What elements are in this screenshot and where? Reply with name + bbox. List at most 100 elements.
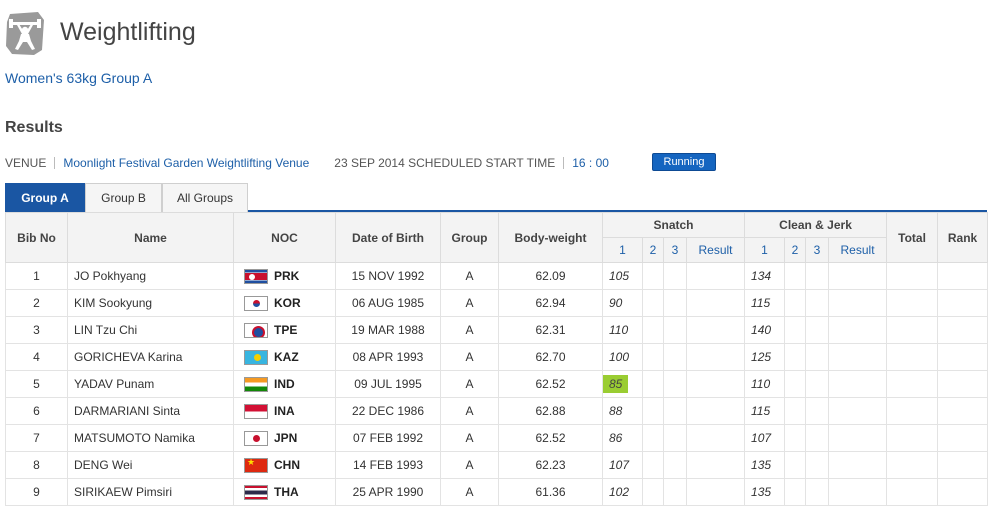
- athlete-name[interactable]: LIN Tzu Chi: [67, 316, 234, 344]
- total-cell: [886, 451, 939, 479]
- cj-attempt-2: [784, 289, 807, 317]
- cj-attempt-2: [784, 451, 807, 479]
- col-group: Group: [440, 212, 499, 263]
- flag-kor-icon: [244, 295, 268, 311]
- noc-code: TPE: [274, 323, 298, 337]
- snatch-attempt-3: [663, 289, 687, 317]
- total-cell: [886, 289, 939, 317]
- noc-cell: CHN: [233, 451, 336, 479]
- cj-result: [828, 370, 888, 398]
- athlete-name[interactable]: YADAV Punam: [67, 370, 234, 398]
- col-dob: Date of Birth: [335, 212, 441, 263]
- athlete-name[interactable]: MATSUMOTO Namika: [67, 424, 234, 452]
- cj-result: [828, 262, 888, 290]
- attempt-value: 107: [609, 458, 630, 472]
- cj-attempt-1: 135: [744, 478, 786, 506]
- cj-result: [828, 451, 888, 479]
- cj-attempt-1: 110: [744, 370, 786, 398]
- snatch-attempt-2: [642, 262, 664, 290]
- rank-cell: [937, 316, 989, 344]
- venue-label: VENUE: [5, 156, 47, 170]
- table-row: 6 DARMARIANI Sinta INA 22 DEC 1986 A 62.88 88 1…: [5, 397, 989, 425]
- cj-attempt-1: 125: [744, 343, 786, 371]
- snatch-attempt-2: [642, 316, 664, 344]
- current-attempt-highlight: 85: [603, 375, 629, 393]
- col-name: Name: [67, 212, 234, 263]
- snatch-attempt-2: [642, 343, 664, 371]
- attempt-value: 100: [609, 350, 630, 364]
- cj-attempt-3: [805, 316, 830, 344]
- cj-attempt-2: [784, 424, 807, 452]
- divider: [54, 157, 56, 169]
- noc-cell: JPN: [233, 424, 336, 452]
- dob-cell: 07 FEB 1992: [335, 424, 441, 452]
- event-link[interactable]: Women's 63kg Group A: [5, 70, 152, 86]
- cj-result: [828, 289, 888, 317]
- cj-attempt-2: [784, 262, 807, 290]
- group-cell: A: [440, 316, 499, 344]
- flag-tha-icon: [244, 484, 268, 500]
- snatch-attempt-2: [642, 478, 664, 506]
- flag-prk-icon: [244, 268, 268, 284]
- athlete-name[interactable]: DARMARIANI Sinta: [67, 397, 234, 425]
- bib-cell: 6: [5, 397, 68, 425]
- rank-cell: [937, 262, 989, 290]
- cj-attempt-3: [805, 343, 830, 371]
- col-cj-3: 3: [805, 237, 830, 263]
- tab-group-b[interactable]: Group B: [85, 183, 162, 212]
- bodyweight-cell: 62.52: [498, 370, 603, 398]
- noc-code: KAZ: [274, 350, 299, 364]
- cj-result: [828, 478, 888, 506]
- col-noc: NOC: [233, 212, 336, 263]
- cj-result: [828, 343, 888, 371]
- athlete-name[interactable]: SIRIKAEW Pimsiri: [67, 478, 234, 506]
- bodyweight-cell: 62.31: [498, 316, 603, 344]
- dob-cell: 06 AUG 1985: [335, 289, 441, 317]
- flag-kaz-icon: [244, 349, 268, 365]
- tab-all-groups[interactable]: All Groups: [162, 183, 248, 212]
- snatch-attempt-1: 107: [602, 451, 643, 479]
- snatch-result: [685, 289, 746, 317]
- bib-cell: 8: [5, 451, 68, 479]
- cj-attempt-2: [784, 370, 807, 398]
- snatch-attempt-1: 102: [602, 478, 643, 506]
- col-cj-1: 1: [744, 237, 786, 263]
- cj-attempt-3: [805, 478, 830, 506]
- rank-cell: [937, 478, 989, 506]
- athlete-name[interactable]: DENG Wei: [67, 451, 234, 479]
- col-total: Total: [886, 212, 939, 263]
- cj-attempt-2: [784, 478, 807, 506]
- noc-cell: KOR: [233, 289, 336, 317]
- table-row: 8DENG Wei CHN 14 FEB 1993A62.23 107 135: [5, 451, 989, 479]
- snatch-result: [685, 424, 746, 452]
- bodyweight-cell: 62.23: [498, 451, 603, 479]
- bodyweight-cell: 62.09: [498, 262, 603, 290]
- dob-cell: 22 DEC 1986: [335, 397, 441, 425]
- cj-attempt-3: [805, 289, 830, 317]
- group-cell: A: [440, 451, 499, 479]
- tab-group-a[interactable]: Group A: [5, 183, 85, 212]
- weightlifting-pictogram-icon: [4, 10, 46, 56]
- snatch-attempt-2: [642, 424, 664, 452]
- snatch-attempt-3: [663, 451, 687, 479]
- attempt-value: 90: [609, 296, 623, 310]
- athlete-name[interactable]: KIM Sookyung: [67, 289, 234, 317]
- athlete-name[interactable]: GORICHEVA Karina: [67, 343, 234, 371]
- snatch-attempt-2: [642, 397, 664, 425]
- cj-attempt-1: 135: [744, 451, 786, 479]
- flag-tpe-icon: [244, 322, 268, 338]
- col-snatch-1: 1: [602, 237, 643, 263]
- bib-cell: 5: [5, 370, 68, 398]
- table-row: 7 MATSUMOTO Namika JPN 07 FEB 1992 A 62.52 86 1…: [5, 424, 989, 452]
- col-cleanjerk: Clean & Jerk: [744, 212, 888, 238]
- noc-cell: IND: [233, 370, 336, 398]
- total-cell: [886, 343, 939, 371]
- rank-cell: [937, 343, 989, 371]
- total-cell: [886, 370, 939, 398]
- athlete-name[interactable]: JO Pokhyang: [67, 262, 234, 290]
- flag-ina-icon: [244, 403, 268, 419]
- cj-attempt-1: 134: [744, 262, 786, 290]
- table-row: 9 SIRIKAEW Pimsiri THA 25 APR 1990 A 61.36 102…: [5, 478, 989, 506]
- venue-link[interactable]: Moonlight Festival Garden Weightlifting …: [63, 156, 309, 170]
- snatch-attempt-1: 86: [602, 424, 643, 452]
